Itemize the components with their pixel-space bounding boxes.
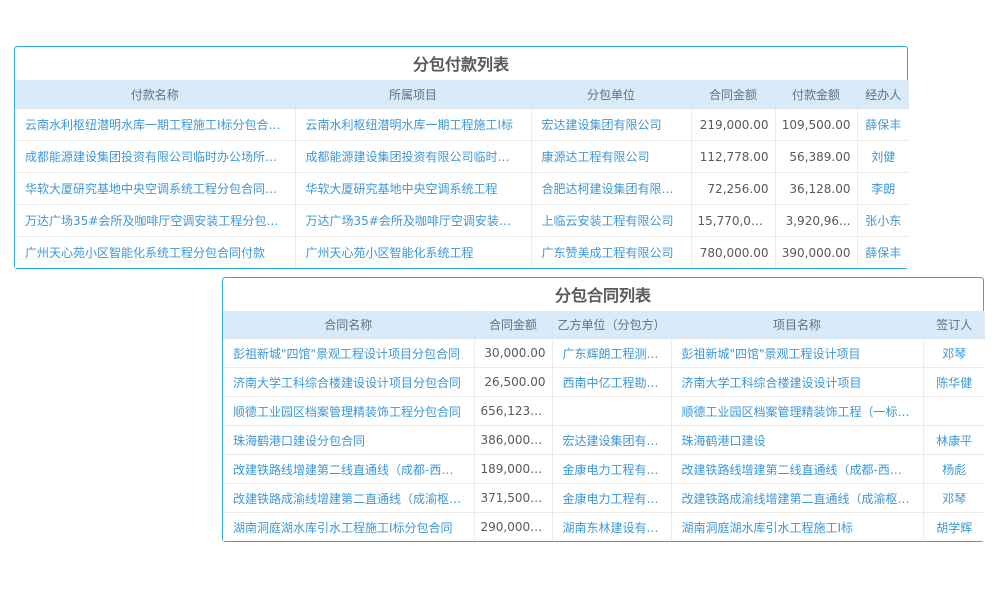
payment-table-header: 付款名称所属项目分包单位合同金额付款金额经办人 [15,80,909,109]
cell-unit[interactable]: 金康电力工程有限公司 [552,484,671,513]
cell-payment-amount: 3,920,96... [775,205,857,237]
column-header-contract-amount: 合同金额 [691,80,775,109]
table-row: 华软大厦研究基地中央空调系统工程分包合同付款华软大厦研究基地中央空调系统工程合肥… [15,173,909,205]
cell-signer[interactable]: 邓琴 [923,484,985,513]
cell-name[interactable]: 华软大厦研究基地中央空调系统工程分包合同付款 [15,173,295,205]
table-row: 顺德工业园区档案管理精装饰工程分包合同656,123.00 顺德工业园区档案管理精… [223,397,985,426]
cell-contract-amount: 15,770,00... [691,205,775,237]
payment-table-body: 云南水利枢纽潜明水库一期工程施工I标分包合同付款云南水利枢纽潜明水库一期工程施工… [15,109,909,269]
table-row: 湖南洞庭湖水库引水工程施工I标分包合同290,000.00湖南东林建设有限公司湖… [223,513,985,542]
column-header-project: 项目名称 [671,311,923,339]
cell-project[interactable]: 改建铁路成渝线增建第二直通线（成渝枢纽）电力... [671,484,923,513]
cell-amount: 290,000.00 [474,513,552,542]
cell-name[interactable]: 济南大学工科综合楼建设设计项目分包合同 [223,368,474,397]
cell-unit[interactable]: 金康电力工程有限公司 [552,455,671,484]
cell-name[interactable]: 成都能源建设集团投资有限公司临时办公场所装修改造... [15,141,295,173]
table-row: 成都能源建设集团投资有限公司临时办公场所装修改造...成都能源建设集团投资有限公… [15,141,909,173]
cell-amount: 371,500.00 [474,484,552,513]
cell-contract-amount: 780,000.00 [691,237,775,269]
cell-name[interactable]: 云南水利枢纽潜明水库一期工程施工I标分包合同付款 [15,109,295,141]
cell-project[interactable]: 云南水利枢纽潜明水库一期工程施工I标 [295,109,531,141]
contract-table-header: 合同名称合同金额乙方单位（分包方）项目名称签订人 [223,311,985,339]
payment-table: 付款名称所属项目分包单位合同金额付款金额经办人 云南水利枢纽潜明水库一期工程施工… [15,80,909,268]
cell-unit[interactable]: 康源达工程有限公司 [531,141,691,173]
cell-project[interactable]: 广州天心苑小区智能化系统工程 [295,237,531,269]
contract-table: 合同名称合同金额乙方单位（分包方）项目名称签订人 彭祖新城"四馆"景观工程设计项… [223,311,985,541]
column-header-unit: 乙方单位（分包方） [552,311,671,339]
cell-name[interactable]: 彭祖新城"四馆"景观工程设计项目分包合同 [223,339,474,368]
cell-project[interactable]: 顺德工业园区档案管理精装饰工程（一标段） [671,397,923,426]
cell-payment-amount: 36,128.00 [775,173,857,205]
cell-project[interactable]: 华软大厦研究基地中央空调系统工程 [295,173,531,205]
cell-signer[interactable]: 陈华健 [923,368,985,397]
cell-signer[interactable]: 胡学辉 [923,513,985,542]
cell-amount: 656,123.00 [474,397,552,426]
cell-unit [552,397,671,426]
cell-unit[interactable]: 宏达建设集团有限公司 [531,109,691,141]
payment-list-panel: 分包付款列表 付款名称所属项目分包单位合同金额付款金额经办人 云南水利枢纽潜明水… [14,46,908,269]
cell-unit[interactable]: 湖南东林建设有限公司 [552,513,671,542]
cell-payment-amount: 56,389.00 [775,141,857,173]
cell-project[interactable]: 济南大学工科综合楼建设设计项目 [671,368,923,397]
column-header-signer: 签订人 [923,311,985,339]
cell-contract-amount: 72,256.00 [691,173,775,205]
cell-unit[interactable]: 合肥达柯建设集团有限公司 [531,173,691,205]
cell-unit[interactable]: 广东赞美成工程有限公司 [531,237,691,269]
table-row: 珠海鹤港口建设分包合同386,000.00宏达建设集团有限公司珠海鹤港口建设林康… [223,426,985,455]
cell-signer[interactable]: 林康平 [923,426,985,455]
cell-handler[interactable]: 李朗 [857,173,909,205]
table-row: 改建铁路成渝线增建第二直通线（成渝枢纽）电力...371,500.00金康电力工… [223,484,985,513]
cell-signer[interactable]: 杨彪 [923,455,985,484]
cell-project[interactable]: 万达广场35#会所及咖啡厅空调安装工程 [295,205,531,237]
cell-handler[interactable]: 薛保丰 [857,109,909,141]
contract-table-body: 彭祖新城"四馆"景观工程设计项目分包合同30,000.00广东辉朗工程测绘公司彭… [223,339,985,542]
column-header-unit: 分包单位 [531,80,691,109]
contract-list-panel: 分包合同列表 合同名称合同金额乙方单位（分包方）项目名称签订人 彭祖新城"四馆"… [222,277,984,542]
cell-project[interactable]: 改建铁路线增建第二线直通线（成都-西安）电力线... [671,455,923,484]
cell-signer [923,397,985,426]
table-row: 济南大学工科综合楼建设设计项目分包合同26,500.00西南中亿工程勘察公司济南… [223,368,985,397]
cell-payment-amount: 109,500.00 [775,109,857,141]
table-row: 万达广场35#会所及咖啡厅空调安装工程分包合同付款万达广场35#会所及咖啡厅空调… [15,205,909,237]
cell-amount: 386,000.00 [474,426,552,455]
cell-contract-amount: 112,778.00 [691,141,775,173]
cell-unit[interactable]: 西南中亿工程勘察公司 [552,368,671,397]
cell-project[interactable]: 成都能源建设集团投资有限公司临时办公场所... [295,141,531,173]
column-header-name: 付款名称 [15,80,295,109]
column-header-project: 所属项目 [295,80,531,109]
cell-project[interactable]: 珠海鹤港口建设 [671,426,923,455]
table-row: 广州天心苑小区智能化系统工程分包合同付款广州天心苑小区智能化系统工程广东赞美成工… [15,237,909,269]
cell-project[interactable]: 湖南洞庭湖水库引水工程施工I标 [671,513,923,542]
cell-unit[interactable]: 广东辉朗工程测绘公司 [552,339,671,368]
cell-contract-amount: 219,000.00 [691,109,775,141]
column-header-handler: 经办人 [857,80,909,109]
column-header-payment-amount: 付款金额 [775,80,857,109]
cell-project[interactable]: 彭祖新城"四馆"景观工程设计项目 [671,339,923,368]
column-header-amount: 合同金额 [474,311,552,339]
column-header-name: 合同名称 [223,311,474,339]
table-row: 改建铁路线增建第二线直通线（成都-西安）电力线...189,000.00金康电力… [223,455,985,484]
cell-signer[interactable]: 邓琴 [923,339,985,368]
cell-name[interactable]: 广州天心苑小区智能化系统工程分包合同付款 [15,237,295,269]
cell-name[interactable]: 改建铁路成渝线增建第二直通线（成渝枢纽）电力... [223,484,474,513]
contract-list-title: 分包合同列表 [223,278,983,311]
cell-handler[interactable]: 张小东 [857,205,909,237]
cell-name[interactable]: 湖南洞庭湖水库引水工程施工I标分包合同 [223,513,474,542]
cell-handler[interactable]: 薛保丰 [857,237,909,269]
cell-unit[interactable]: 上临云安装工程有限公司 [531,205,691,237]
cell-name[interactable]: 万达广场35#会所及咖啡厅空调安装工程分包合同付款 [15,205,295,237]
table-row: 彭祖新城"四馆"景观工程设计项目分包合同30,000.00广东辉朗工程测绘公司彭… [223,339,985,368]
cell-amount: 30,000.00 [474,339,552,368]
cell-amount: 26,500.00 [474,368,552,397]
cell-unit[interactable]: 宏达建设集团有限公司 [552,426,671,455]
payment-list-title: 分包付款列表 [15,47,907,80]
cell-handler[interactable]: 刘健 [857,141,909,173]
cell-payment-amount: 390,000.00 [775,237,857,269]
cell-name[interactable]: 珠海鹤港口建设分包合同 [223,426,474,455]
cell-name[interactable]: 改建铁路线增建第二线直通线（成都-西安）电力线... [223,455,474,484]
cell-amount: 189,000.00 [474,455,552,484]
table-row: 云南水利枢纽潜明水库一期工程施工I标分包合同付款云南水利枢纽潜明水库一期工程施工… [15,109,909,141]
cell-name[interactable]: 顺德工业园区档案管理精装饰工程分包合同 [223,397,474,426]
